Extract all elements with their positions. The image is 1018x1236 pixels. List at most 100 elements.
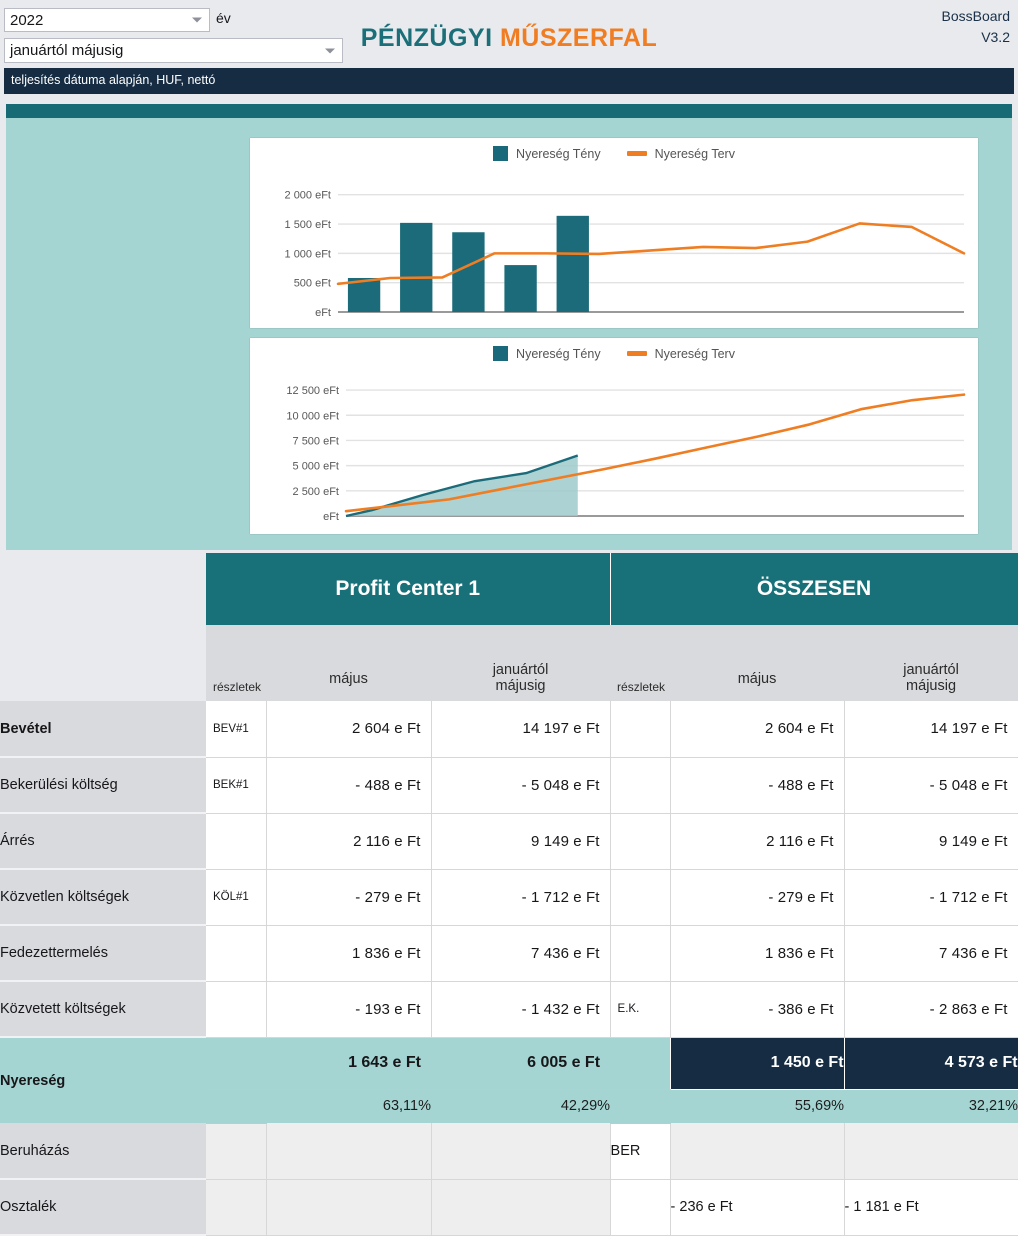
- cell-pc-cumulative: - 1 712 e Ft: [431, 869, 611, 926]
- legend-bar-swatch-icon: [493, 146, 509, 161]
- cell-total-month: 2 604 e Ft: [670, 701, 845, 758]
- cell-pc-month: - 279 e Ft: [266, 869, 432, 926]
- profit-total-detail: [610, 1037, 671, 1090]
- legend-item-plan: Nyereség Terv: [626, 347, 735, 361]
- group-header-spacer: [0, 553, 206, 625]
- subheader-total-details: részletek: [610, 625, 671, 701]
- cell-pc-month: 1 836 e Ft: [266, 925, 432, 982]
- profit-pc-month-pct: 63,11%: [266, 1089, 431, 1123]
- row-label: Árrés: [0, 813, 206, 870]
- svg-text:2 000 eFt: 2 000 eFt: [285, 190, 331, 202]
- svg-text:1 000 eFt: 1 000 eFt: [285, 248, 331, 260]
- cell-total-detail: [610, 925, 671, 982]
- subheader-total-month: május: [670, 625, 845, 701]
- cell-total-cumulative: [844, 1123, 1018, 1180]
- chart1-legend: Nyereség Tény Nyereség Terv: [250, 146, 978, 161]
- profit-row-label: Nyereség: [0, 1037, 206, 1123]
- svg-text:2 500 eFt: 2 500 eFt: [293, 486, 339, 498]
- cell-total-cumulative: - 1 712 e Ft: [844, 869, 1018, 926]
- table-subheader-row: részletek május januártól májusig részle…: [0, 625, 1018, 701]
- cell-pc-month: - 193 e Ft: [266, 981, 432, 1038]
- page-title-part1: PÉNZÜGYI: [360, 24, 493, 52]
- teal-divider: [6, 104, 1012, 118]
- legend-fact-label: Nyereség Tény: [516, 146, 601, 161]
- page-title-part2: MŰSZERFAL: [499, 24, 658, 52]
- financial-table: Profit Center 1 ÖSSZESEN részletek május…: [0, 553, 1018, 1236]
- cell-total-month: - 279 e Ft: [670, 869, 845, 926]
- profit-pc-cumulative-pct: 42,29%: [431, 1089, 611, 1123]
- profit-pc-detail: [206, 1037, 266, 1090]
- cell-total-month: 1 836 e Ft: [670, 925, 845, 982]
- cell-pc-detail: BEK#1: [206, 757, 267, 814]
- svg-text:10 000 eFt: 10 000 eFt: [286, 410, 339, 422]
- cell-pc-detail: [206, 1123, 267, 1180]
- cell-pc-detail: [206, 925, 267, 982]
- brand-block: BossBoard V3.2: [942, 6, 1010, 48]
- row-label: Osztalék: [0, 1179, 206, 1236]
- table-row: Árrés 2 116 e Ft 9 149 e Ft 2 116 e Ft 9 149…: [0, 813, 1018, 870]
- svg-text:7 500 eFt: 7 500 eFt: [293, 435, 339, 447]
- row-label: Fedezettermelés: [0, 925, 206, 982]
- cumulative-profit-plot: eFt 2 500 eFt 5 000 eFt 7 500 eFt 10 000 eFt…: [250, 372, 978, 534]
- legend-bar-swatch-icon: [493, 346, 509, 361]
- cell-pc-cumulative: [431, 1179, 611, 1236]
- subtitle-bar: teljesítés dátuma alapján, HUF, nettó: [4, 68, 1014, 94]
- brand-version: V3.2: [981, 29, 1010, 45]
- cell-total-cumulative: 7 436 e Ft: [844, 925, 1018, 982]
- profit-pct-spacer: [206, 1089, 266, 1124]
- cell-pc-detail: KÖL#1: [206, 869, 267, 926]
- cell-pc-month: [266, 1179, 432, 1236]
- profit-total-cumulative: 4 573 e Ft: [843, 1036, 1018, 1090]
- table-row: Közvetlen költségek KÖL#1- 279 e Ft - 1 71…: [0, 869, 1018, 926]
- table-body: Bevétel BEV#1 2 604 e Ft 14 197 e Ft 2 604 e…: [0, 701, 1018, 1236]
- subheader-pc-cum-line1: januártól: [492, 662, 549, 678]
- cell-pc-detail: BEV#1: [206, 701, 267, 758]
- cell-pc-detail: [206, 1179, 267, 1236]
- monthly-profit-plot: eFt 500 eFt 1 000 eFt 1 500 eFt 2 000 eFt: [250, 173, 978, 328]
- table-row: Fedezettermelés 1 836 e Ft 7 436 e Ft 1 836…: [0, 925, 1018, 982]
- cell-total-month: [670, 1123, 845, 1180]
- cell-pc-detail: [206, 813, 267, 870]
- profit-total-month: 1 450 e Ft: [669, 1036, 845, 1090]
- profit-pc-month: 1 643 e Ft: [266, 1037, 431, 1090]
- subheader-pc-cum-line2: májusig: [495, 678, 546, 694]
- table-group-header-row: Profit Center 1 ÖSSZESEN: [0, 553, 1018, 625]
- cell-total-month: - 236 e Ft: [670, 1179, 845, 1236]
- cumulative-profit-chart-card: Nyereség Tény Nyereség Terv eFt 2 500 eFt…: [250, 338, 978, 534]
- svg-text:eFt: eFt: [323, 511, 339, 523]
- row-label: Beruházás: [0, 1123, 206, 1180]
- cell-total-detail: [610, 757, 671, 814]
- svg-text:500 eFt: 500 eFt: [294, 278, 331, 290]
- top-toolbar: 2022 év januártól májusig PÉNZÜGYI MŰSZE…: [0, 0, 1018, 66]
- cell-total-month: - 386 e Ft: [670, 981, 845, 1038]
- cell-total-month: - 488 e Ft: [670, 757, 845, 814]
- cell-pc-cumulative: - 1 432 e Ft: [431, 981, 611, 1038]
- cell-total-cumulative: 14 197 e Ft: [844, 701, 1018, 758]
- profit-row: Nyereség 1 643 e Ft 6 005 e Ft 1 450 e Ft 4 …: [0, 1036, 1018, 1123]
- cell-total-cumulative: 9 149 e Ft: [844, 813, 1018, 870]
- svg-text:1 500 eFt: 1 500 eFt: [285, 219, 331, 231]
- profit-pc-cumulative: 6 005 e Ft: [431, 1037, 611, 1090]
- cell-pc-month: - 488 e Ft: [266, 757, 432, 814]
- subheader-total-cumulative: januártól májusig: [844, 625, 1018, 701]
- svg-text:5 000 eFt: 5 000 eFt: [293, 461, 339, 473]
- subheader-pc-cumulative: januártól májusig: [431, 625, 611, 701]
- brand-name: BossBoard: [941, 8, 1010, 24]
- table-row: Osztalék - 236 e Ft - 1 181 e Ft: [0, 1179, 1018, 1236]
- cell-pc-cumulative: - 5 048 e Ft: [431, 757, 611, 814]
- legend-fact-label: Nyereség Tény: [516, 346, 601, 361]
- cell-pc-cumulative: [431, 1123, 611, 1180]
- cell-total-detail: [610, 813, 671, 870]
- cell-total-detail: [610, 869, 671, 926]
- cell-total-detail: E.K.: [610, 981, 671, 1038]
- cell-total-detail: [610, 1179, 671, 1236]
- legend-plan-label: Nyereség Terv: [654, 146, 735, 161]
- subheader-pc-details: részletek: [206, 625, 266, 701]
- subtitle-text: teljesítés dátuma alapján, HUF, nettó: [11, 73, 216, 87]
- cumulative-profit-svg: eFt 2 500 eFt 5 000 eFt 7 500 eFt 10 000 eFt…: [286, 385, 966, 523]
- row-label: Bevétel: [0, 701, 206, 758]
- profit-pct-spacer2: [610, 1089, 671, 1124]
- cell-total-cumulative: - 1 181 e Ft: [844, 1179, 1018, 1236]
- legend-item-fact: Nyereség Tény: [493, 146, 601, 161]
- dashboard-root: 2022 év januártól májusig PÉNZÜGYI MŰSZE…: [0, 0, 1018, 1236]
